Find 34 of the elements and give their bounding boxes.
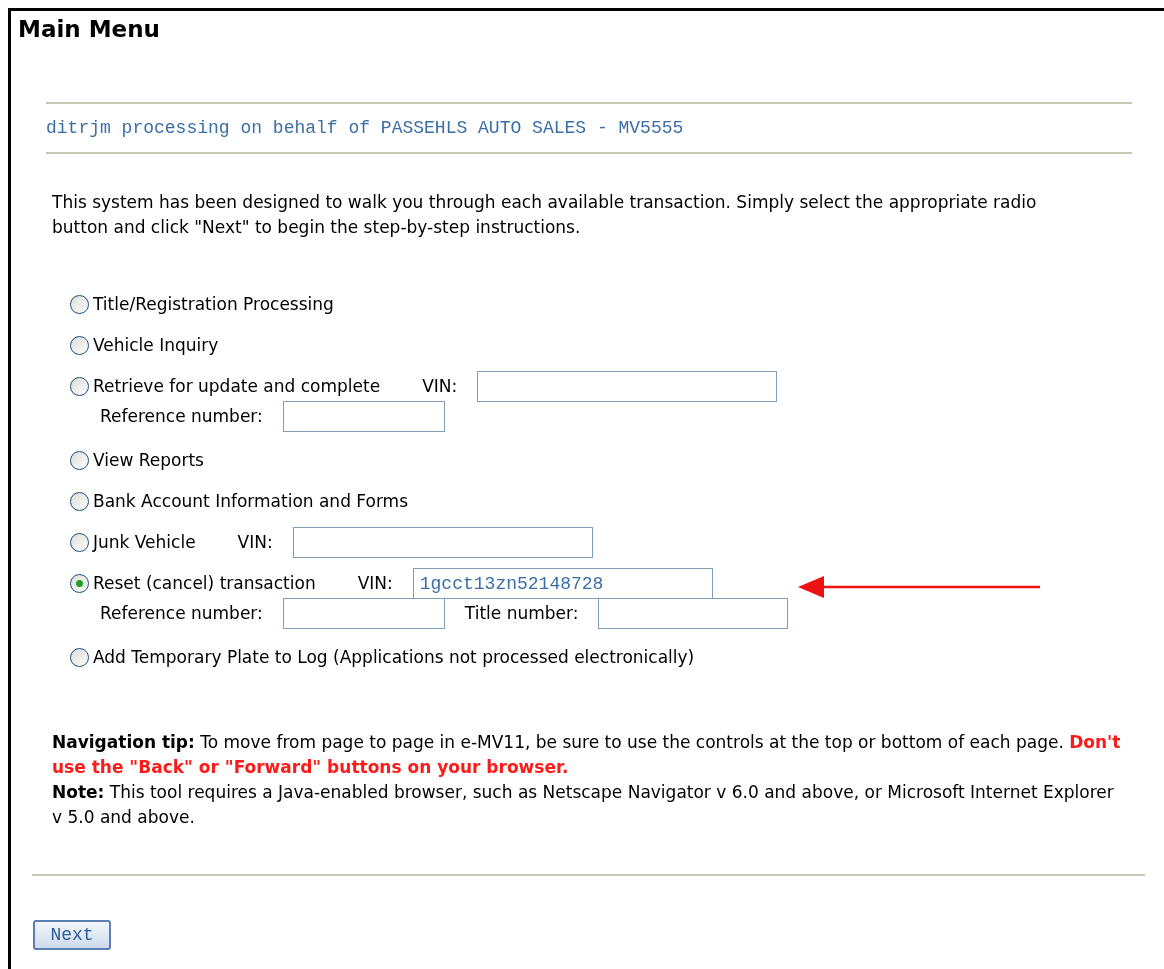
field-label: Reference number: [100, 404, 263, 428]
field-label: Title number: [464, 601, 579, 625]
radio-button[interactable] [70, 377, 89, 396]
option-label[interactable]: Reset (cancel) transaction [93, 570, 316, 597]
radio-button[interactable] [70, 451, 89, 470]
radio-button[interactable] [70, 336, 89, 355]
option-label[interactable]: Junk Vehicle [93, 529, 196, 556]
text-field[interactable] [282, 598, 445, 629]
option-label[interactable]: Title/Registration Processing [93, 291, 334, 318]
note-paragraph: Note: This tool requires a Java-enabled browser, such as Netscape Navigator v 6.0 and above, or Microsoft Internet Explorer v 5.0 and above. [52, 781, 1115, 829]
field-label: Reference number: [100, 601, 263, 625]
text-field[interactable] [598, 598, 789, 629]
field-label: VIN: [422, 374, 458, 398]
option-label[interactable]: Add Temporary Plate to Log (Applications not processed electronically) [93, 644, 695, 671]
option-label[interactable]: View Reports [93, 447, 204, 474]
page-title: Main Menu [18, 15, 160, 44]
field-label: VIN: [237, 530, 273, 554]
field-label: VIN: [357, 571, 393, 595]
radio-button[interactable] [70, 492, 89, 511]
text-field[interactable] [282, 401, 445, 432]
text-field[interactable] [292, 527, 593, 558]
option-label[interactable]: Vehicle Inquiry [93, 332, 219, 359]
radio-button[interactable] [70, 533, 89, 552]
text-field[interactable]: 1gcct13zn52148728 [412, 568, 713, 599]
radio-button[interactable] [70, 295, 89, 314]
text-field[interactable] [477, 371, 778, 402]
next-button[interactable]: Next [33, 920, 111, 950]
intro-paragraph: This system has been designed to walk you through each available transaction. Simply select the appropriate radio button and click "Next" to begin the step-by-step instructions. [52, 191, 1038, 239]
radio-button[interactable] [70, 648, 89, 667]
option-label[interactable]: Bank Account Information and Forms [93, 488, 409, 515]
radio-button[interactable] [70, 574, 89, 593]
option-label[interactable]: Retrieve for update and complete [93, 373, 381, 400]
session-text: ditrjm processing on behalf of PASSEHLS AUTO SALES - MV5555 [46, 117, 684, 140]
note-paragraph: Navigation tip: To move from page to page in e-MV11, be sure to use the controls at the top or bottom of each page. Don't use the "Back" or "Forward" buttons on your browser. [52, 731, 1122, 779]
